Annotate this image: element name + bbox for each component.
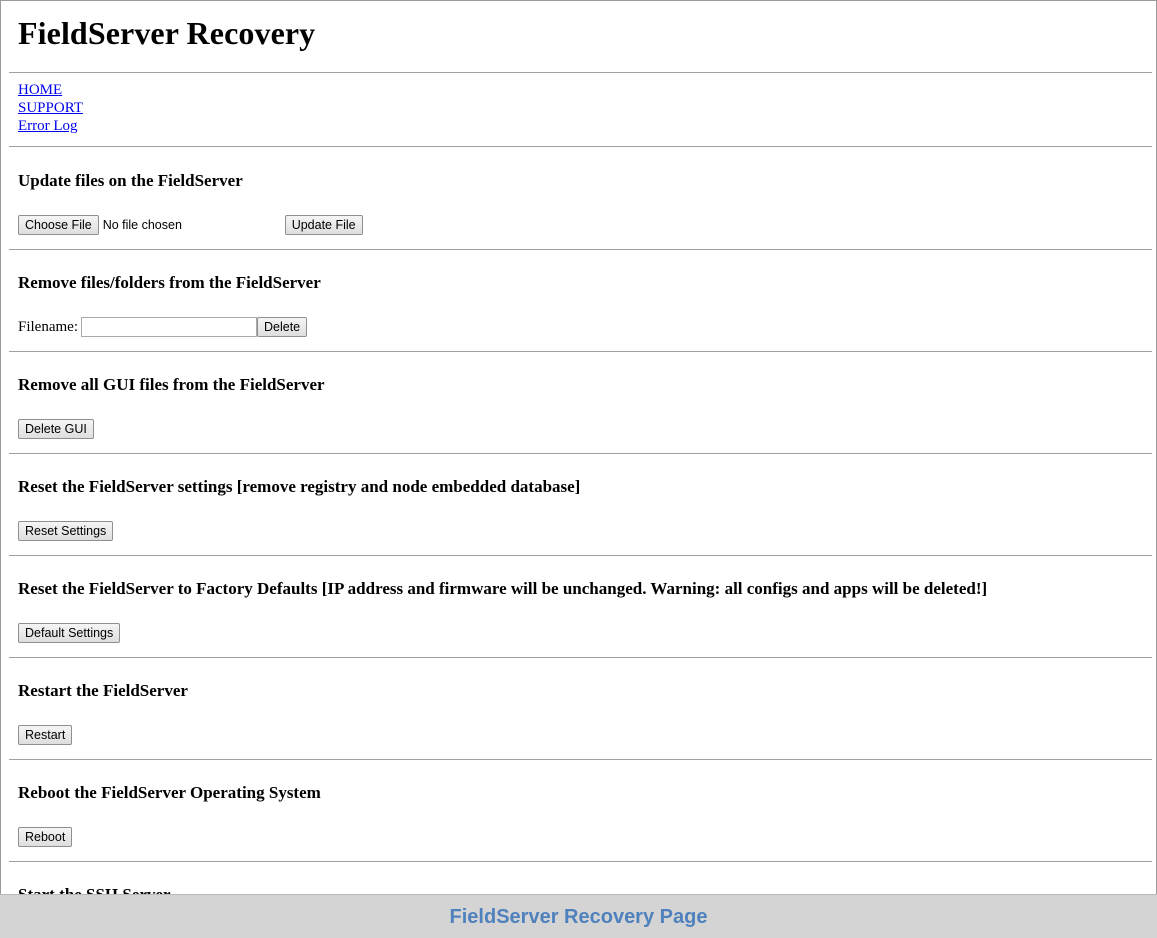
footer-caption: FieldServer Recovery Page — [449, 905, 708, 928]
section-heading: Reset the FieldServer to Factory Default… — [18, 579, 988, 598]
factory-defaults-controls: Default Settings — [18, 621, 1152, 645]
restart-controls: Restart — [18, 723, 1152, 747]
remove-files-section: Remove files/folders from the FieldServe… — [18, 273, 1152, 339]
divider — [9, 249, 1152, 250]
remove-gui-controls: Delete GUI — [18, 417, 1152, 441]
restart-button[interactable]: Restart — [18, 725, 73, 745]
update-files-section: Update files on the FieldServer Choose F… — [18, 171, 1152, 237]
section-heading: Restart the FieldServer — [18, 681, 188, 700]
divider — [9, 453, 1152, 454]
divider — [9, 759, 1152, 760]
factory-defaults-section: Reset the FieldServer to Factory Default… — [18, 579, 1152, 645]
file-chosen-status: No file chosen — [102, 218, 182, 232]
reboot-section: Reboot the FieldServer Operating System … — [18, 783, 1152, 849]
section-heading: Update files on the FieldServer — [18, 171, 243, 190]
divider — [9, 861, 1152, 862]
footer-caption-bar: FieldServer Recovery Page — [0, 894, 1157, 938]
nav-link-error-log[interactable]: Error Log — [18, 117, 83, 135]
page-title: FieldServer Recovery — [18, 15, 316, 51]
choose-file-button[interactable]: Choose File — [18, 215, 99, 235]
update-files-controls: Choose File No file chosen Update File — [18, 213, 1152, 237]
delete-gui-button[interactable]: Delete GUI — [18, 419, 94, 439]
reset-settings-section: Reset the FieldServer settings [remove r… — [18, 477, 1152, 543]
nav-links: HOME SUPPORT Error Log — [18, 81, 83, 135]
divider — [9, 146, 1152, 147]
remove-files-controls: Filename: Delete — [18, 315, 1152, 339]
divider — [9, 72, 1152, 73]
divider — [9, 351, 1152, 352]
restart-section: Restart the FieldServer Restart — [18, 681, 1152, 747]
remove-gui-section: Remove all GUI files from the FieldServe… — [18, 375, 1152, 441]
nav-link-support[interactable]: SUPPORT — [18, 99, 83, 117]
reset-settings-button[interactable]: Reset Settings — [18, 521, 114, 541]
update-file-button[interactable]: Update File — [284, 215, 363, 235]
browser-viewport: FieldServer Recovery HOME SUPPORT Error … — [0, 0, 1157, 895]
divider — [9, 657, 1152, 658]
default-settings-button[interactable]: Default Settings — [18, 623, 121, 643]
reboot-controls: Reboot — [18, 825, 1152, 849]
section-heading: Reboot the FieldServer Operating System — [18, 783, 321, 802]
section-heading: Remove all GUI files from the FieldServe… — [18, 375, 325, 394]
reset-settings-controls: Reset Settings — [18, 519, 1152, 543]
reboot-button[interactable]: Reboot — [18, 827, 73, 847]
section-heading: Remove files/folders from the FieldServe… — [18, 273, 321, 292]
delete-button[interactable]: Delete — [257, 317, 308, 337]
nav-link-home[interactable]: HOME — [18, 81, 83, 99]
filename-input[interactable] — [81, 317, 257, 337]
filename-label: Filename: — [18, 318, 78, 335]
section-heading: Reset the FieldServer settings [remove r… — [18, 477, 581, 496]
divider — [9, 555, 1152, 556]
